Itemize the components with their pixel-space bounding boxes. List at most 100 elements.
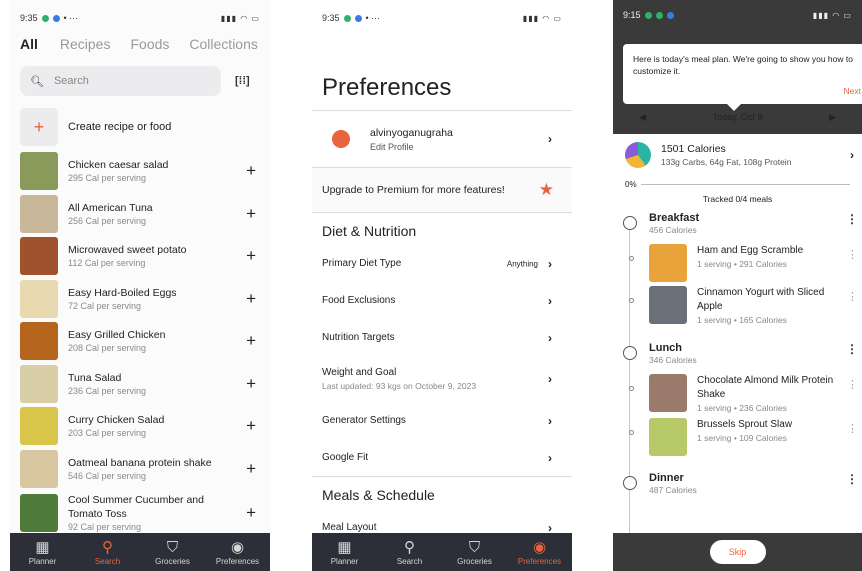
more-vert-icon[interactable]: ⋮ (847, 422, 858, 435)
more-vert-icon[interactable]: ⋮ (846, 342, 858, 356)
food-item[interactable]: Easy Grilled Chicken 208 Cal per serving + (10, 320, 270, 363)
food-item[interactable]: Oatmeal banana protein shake 546 Cal per … (10, 448, 270, 491)
status-time: 9:15 (623, 10, 641, 20)
profile-row[interactable]: alvinyoganugraha Edit Profile › (312, 111, 572, 167)
tab-collections[interactable]: Collections (189, 36, 257, 52)
meal-check-icon[interactable] (623, 216, 637, 230)
nav-search[interactable]: ⚲ Search (76, 539, 140, 566)
food-name: Microwaved sweet potato (68, 244, 187, 257)
divider (312, 476, 572, 477)
more-icon: • ··· (365, 13, 381, 23)
chevron-right-icon[interactable]: ▶ (829, 112, 836, 123)
nav-search[interactable]: ⚲ Search (378, 539, 442, 566)
nav-planner[interactable]: ▦ Planner (11, 539, 75, 566)
food-name: Curry Chicken Salad (68, 414, 165, 427)
dish-serving: 1 serving • 291 Calories (697, 259, 787, 269)
meal-header[interactable]: Dinner 487 Calories ⋮ (623, 472, 862, 500)
tooltip-next-button[interactable]: Next (844, 86, 861, 96)
food-item[interactable]: Microwaved sweet potato 112 Cal per servi… (10, 235, 270, 278)
profile-icon: ◉ (230, 538, 245, 556)
barcode-scan-icon[interactable]: [⁞⁞] (235, 75, 250, 87)
create-recipe-button[interactable]: + Create recipe or food (10, 108, 270, 146)
food-item[interactable]: Chicken caesar salad 295 Cal per serving + (10, 150, 270, 193)
google-fit-row[interactable]: Google Fit › (312, 439, 572, 476)
more-vert-icon[interactable]: ⋮ (846, 472, 858, 486)
nav-planner[interactable]: ▦ Planner (313, 539, 377, 566)
dish-check-icon[interactable] (629, 256, 634, 261)
search-screen: 9:35 • ··· ▮▮▮ ◠ ▭ All Recipes Foods Col… (10, 0, 270, 571)
meal-check-icon[interactable] (623, 346, 637, 360)
weight-goal-row[interactable]: Weight and Goal Last updated: 93 kgs on … (312, 356, 572, 402)
search-input[interactable]: 🔍︎ Search (20, 66, 221, 96)
more-vert-icon[interactable]: ⋮ (846, 212, 858, 226)
dish-check-icon[interactable] (629, 298, 634, 303)
setting-label: Generator Settings (322, 415, 406, 426)
add-food-button[interactable]: + (246, 204, 256, 224)
meal-section: Dinner 487 Calories ⋮ (613, 472, 862, 500)
nav-preferences[interactable]: ◉ Preferences (508, 539, 572, 566)
more-vert-icon[interactable]: ⋮ (847, 248, 858, 261)
signal-wifi-battery-icon: ▮▮▮ ◠ ▭ (522, 13, 562, 23)
bottom-nav: ▦ Planner ⚲ Search ⛉ Groceries ◉ Preferences (312, 533, 572, 571)
dish-item[interactable]: Brussels Sprout Slaw 1 serving • 109 Calo… (629, 414, 862, 456)
basket-icon: ⛉ (468, 538, 481, 556)
edit-profile-label: Edit Profile (370, 141, 414, 152)
add-food-button[interactable]: + (246, 416, 256, 436)
planner-screen: 9:15 ▮▮▮ ◠ ▭ Here is today's meal plan. … (613, 0, 862, 571)
dish-check-icon[interactable] (629, 386, 634, 391)
notification-icon (644, 11, 652, 19)
meal-check-icon[interactable] (623, 476, 637, 490)
more-vert-icon[interactable]: ⋮ (847, 290, 858, 303)
tab-recipes[interactable]: Recipes (60, 36, 111, 52)
dish-item[interactable]: Ham and Egg Scramble 1 serving • 291 Calo… (629, 240, 862, 282)
progress-bar: 0% (613, 176, 862, 192)
food-item[interactable]: Tuna Salad 236 Cal per serving + (10, 363, 270, 406)
progress-label: 0% (625, 179, 637, 189)
dish-item[interactable]: Cinnamon Yogurt with Sliced Apple 1 servi… (629, 282, 862, 326)
dish-check-icon[interactable] (629, 430, 634, 435)
nav-label: Planner (28, 556, 57, 566)
status-bar: 9:35 • ··· ▮▮▮ ◠ ▭ (312, 0, 572, 36)
nav-groceries[interactable]: ⛉ Groceries (141, 539, 205, 566)
add-food-button[interactable]: + (246, 161, 256, 181)
more-icon: • ··· (63, 13, 79, 23)
meal-calories: 456 Calories (649, 225, 697, 235)
add-food-button[interactable]: + (246, 374, 256, 394)
add-food-button[interactable]: + (246, 331, 256, 351)
dish-item[interactable]: Chocolate Almond Milk Protein Shake 1 ser… (629, 370, 862, 414)
tab-foods[interactable]: Foods (130, 36, 169, 52)
chevron-right-icon: › (548, 330, 552, 345)
divider (312, 212, 572, 213)
nav-preferences[interactable]: ◉ Preferences (206, 539, 270, 566)
upgrade-premium-button[interactable]: Upgrade to Premium for more features! ★ (312, 168, 572, 212)
skip-button[interactable]: Skip (709, 540, 766, 564)
food-item[interactable]: Easy Hard-Boiled Eggs 72 Cal per serving + (10, 278, 270, 321)
food-exclusions-row[interactable]: Food Exclusions › (312, 282, 572, 319)
signal-wifi-battery-icon: ▮▮▮ ◠ ▭ (812, 10, 852, 20)
food-item[interactable]: Cool Summer Cucumber and Tomato Toss 92 C… (10, 490, 270, 536)
generator-settings-row[interactable]: Generator Settings › (312, 402, 572, 439)
add-food-button[interactable]: + (246, 289, 256, 309)
add-food-button[interactable]: + (246, 459, 256, 479)
food-thumbnail (20, 364, 58, 403)
add-food-button[interactable]: + (246, 503, 256, 523)
more-vert-icon[interactable]: ⋮ (847, 378, 858, 391)
calorie-summary[interactable]: 1501 Calories 133g Carbs, 64g Fat, 108g … (613, 134, 862, 176)
tab-all[interactable]: All (20, 36, 38, 52)
food-calories: 72 Cal per serving (68, 300, 142, 311)
food-calories: 92 Cal per serving (68, 522, 142, 532)
page-title: Preferences (322, 74, 452, 101)
section-diet-nutrition: Diet & Nutrition (322, 223, 417, 239)
nutrition-targets-row[interactable]: Nutrition Targets › (312, 319, 572, 356)
add-food-button[interactable]: + (246, 246, 256, 266)
nav-groceries[interactable]: ⛉ Groceries (443, 539, 507, 566)
dish-name: Chocolate Almond Milk Protein Shake (697, 375, 834, 400)
chevron-left-icon[interactable]: ◀ (639, 112, 646, 123)
nav-label: Search (396, 556, 423, 566)
food-item[interactable]: Curry Chicken Salad 203 Cal per serving + (10, 405, 270, 448)
meal-header[interactable]: Lunch 346 Calories ⋮ (623, 342, 862, 370)
avatar (322, 120, 360, 158)
primary-diet-row[interactable]: Primary Diet Type Anything › (312, 245, 572, 282)
food-item[interactable]: All American Tuna 256 Cal per serving + (10, 193, 270, 236)
meal-header[interactable]: Breakfast 456 Calories ⋮ (623, 212, 862, 240)
